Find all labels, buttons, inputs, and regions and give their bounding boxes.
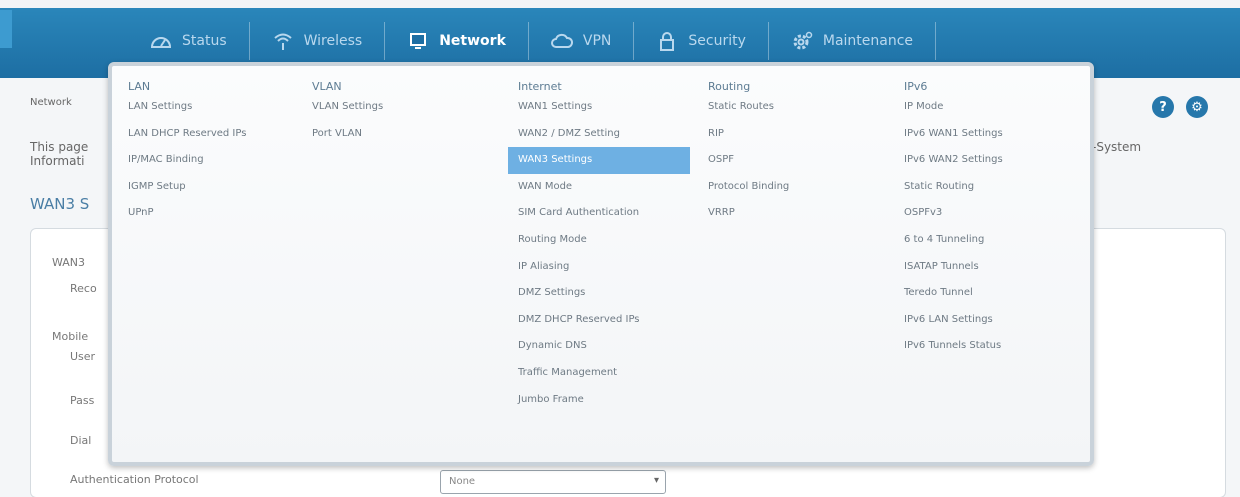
menu-item[interactable]: Traffic Management bbox=[508, 360, 690, 387]
menu-column-title: Routing bbox=[708, 80, 751, 93]
field-label: Pass bbox=[70, 394, 95, 407]
tab-network[interactable]: Network bbox=[385, 22, 529, 60]
menu-item[interactable]: IPv6 WAN2 Settings bbox=[894, 147, 1084, 174]
menu-column-title: IPv6 bbox=[904, 80, 928, 93]
monitor-icon bbox=[410, 33, 427, 49]
nav-accent-strip bbox=[0, 10, 12, 48]
menu-item[interactable]: IPv6 Tunnels Status bbox=[894, 333, 1084, 360]
menu-item[interactable]: LAN DHCP Reserved IPs bbox=[118, 121, 298, 148]
menu-item[interactable]: DMZ Settings bbox=[508, 280, 690, 307]
select-value: None bbox=[449, 476, 476, 487]
menu-item[interactable]: Static Routing bbox=[894, 174, 1084, 201]
tab-security[interactable]: Security bbox=[634, 22, 769, 60]
auth-protocol-select[interactable]: None ▾ bbox=[440, 470, 666, 494]
menu-column-title: LAN bbox=[128, 80, 151, 93]
tab-maintenance[interactable]: Maintenance bbox=[769, 22, 937, 60]
menu-item[interactable]: RIP bbox=[698, 121, 888, 148]
menu-column-lan: LAN LAN Settings LAN DHCP Reserved IPs I… bbox=[118, 80, 298, 227]
menu-item[interactable]: Teredo Tunnel bbox=[894, 280, 1084, 307]
menu-item[interactable]: IP Aliasing bbox=[508, 254, 690, 281]
main-nav-tabs: Status Wireless Network VPN Security Mai… bbox=[128, 22, 937, 60]
chevron-down-icon: ▾ bbox=[653, 475, 659, 486]
field-label: User bbox=[70, 350, 96, 363]
menu-item[interactable]: Static Routes bbox=[698, 94, 888, 121]
field-label: Reco bbox=[70, 282, 97, 295]
menu-item[interactable]: IPv6 LAN Settings bbox=[894, 307, 1084, 334]
menu-item[interactable]: WAN1 Settings bbox=[508, 94, 690, 121]
network-dropdown-menu: LAN LAN Settings LAN DHCP Reserved IPs I… bbox=[108, 62, 1094, 466]
menu-item[interactable]: Jumbo Frame bbox=[508, 387, 690, 414]
menu-item[interactable]: IP Mode bbox=[894, 94, 1084, 121]
tab-label: Status bbox=[182, 33, 227, 49]
field-label: Mobile bbox=[52, 330, 89, 343]
cloud-icon bbox=[550, 33, 573, 48]
lock-icon bbox=[660, 32, 675, 51]
menu-item[interactable]: ISATAP Tunnels bbox=[894, 254, 1084, 281]
tab-status[interactable]: Status bbox=[128, 22, 250, 60]
menu-item[interactable]: WAN Mode bbox=[508, 174, 690, 201]
tab-label: Security bbox=[688, 33, 746, 49]
menu-item[interactable]: OSPF bbox=[698, 147, 888, 174]
menu-item[interactable]: Port VLAN bbox=[302, 121, 492, 148]
gear-icon bbox=[793, 31, 813, 50]
menu-column-vlan: VLAN VLAN Settings Port VLAN bbox=[302, 80, 492, 147]
help-icon[interactable]: ? bbox=[1152, 96, 1174, 118]
menu-item[interactable]: IGMP Setup bbox=[118, 174, 298, 201]
tab-wireless[interactable]: Wireless bbox=[250, 22, 386, 60]
menu-item[interactable]: DMZ DHCP Reserved IPs bbox=[508, 307, 690, 334]
menu-item[interactable]: Routing Mode bbox=[508, 227, 690, 254]
menu-item[interactable]: WAN2 / DMZ Setting bbox=[508, 121, 690, 148]
field-label: WAN3 bbox=[52, 256, 86, 269]
field-label: Dial bbox=[70, 434, 92, 447]
section-title: WAN3 S bbox=[30, 195, 90, 213]
breadcrumb: Network bbox=[30, 97, 72, 108]
auth-protocol-label: Authentication Protocol bbox=[70, 473, 199, 486]
description-link[interactable]: -System bbox=[1092, 140, 1141, 154]
speedometer-icon bbox=[150, 37, 172, 48]
menu-column-internet: Internet WAN1 Settings WAN2 / DMZ Settin… bbox=[508, 80, 690, 413]
tab-label: VPN bbox=[582, 33, 612, 49]
tab-label: Wireless bbox=[303, 33, 363, 49]
menu-column-routing: Routing Static Routes RIP OSPF Protocol … bbox=[698, 80, 888, 227]
menu-column-title: Internet bbox=[518, 80, 562, 93]
settings-icon[interactable]: ⚙ bbox=[1186, 96, 1208, 118]
menu-item[interactable]: OSPFv3 bbox=[894, 200, 1084, 227]
menu-item[interactable]: VLAN Settings bbox=[302, 94, 492, 121]
menu-item[interactable]: VRRP bbox=[698, 200, 888, 227]
menu-column-ipv6: IPv6 IP Mode IPv6 WAN1 Settings IPv6 WAN… bbox=[894, 80, 1084, 360]
menu-item[interactable]: UPnP bbox=[118, 200, 298, 227]
menu-item[interactable]: Dynamic DNS bbox=[508, 333, 690, 360]
tab-label: Maintenance bbox=[822, 33, 914, 49]
menu-item[interactable]: 6 to 4 Tunneling bbox=[894, 227, 1084, 254]
menu-item-selected[interactable]: WAN3 Settings bbox=[508, 147, 690, 174]
tab-vpn[interactable]: VPN bbox=[529, 22, 635, 60]
menu-item[interactable]: IP/MAC Binding bbox=[118, 147, 298, 174]
menu-item[interactable]: Protocol Binding bbox=[698, 174, 888, 201]
wifi-icon bbox=[273, 33, 292, 50]
tab-label: Network bbox=[439, 33, 506, 49]
menu-item[interactable]: IPv6 WAN1 Settings bbox=[894, 121, 1084, 148]
menu-column-title: VLAN bbox=[312, 80, 342, 93]
menu-item[interactable]: SIM Card Authentication bbox=[508, 200, 690, 227]
menu-item[interactable]: LAN Settings bbox=[118, 94, 298, 121]
